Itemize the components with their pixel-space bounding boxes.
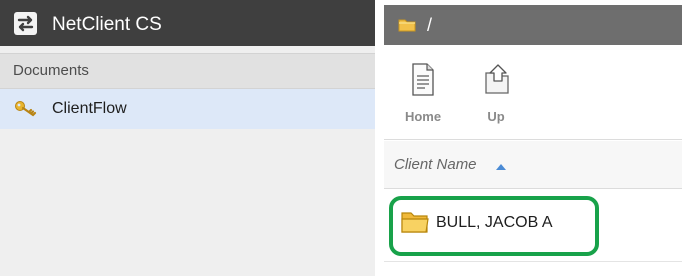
folder-icon — [398, 17, 416, 32]
app-header: NetClient CS — [0, 0, 375, 46]
table-row[interactable]: BULL, JACOB A — [384, 190, 682, 262]
path-bar: / — [384, 5, 682, 45]
toolbar: Home Up — [384, 45, 682, 140]
home-button[interactable]: Home — [399, 63, 447, 127]
column-header-label: Client Name — [394, 156, 477, 173]
panel-divider — [375, 0, 384, 276]
home-button-label: Home — [404, 109, 442, 124]
client-name-cell: BULL, JACOB A — [436, 214, 553, 231]
swap-arrows-icon — [14, 12, 37, 35]
folder-icon — [401, 210, 429, 234]
sidebar-item-label: ClientFlow — [52, 100, 127, 117]
app-title: NetClient CS — [52, 14, 162, 35]
sort-ascending-icon — [496, 164, 506, 170]
sidebar-item-clientflow[interactable]: ClientFlow — [0, 89, 375, 129]
column-header-client-name[interactable]: Client Name — [384, 141, 682, 189]
up-button-label: Up — [487, 109, 505, 124]
folder-up-icon — [485, 64, 509, 94]
file-browser: / Home Up Client Name BULL, JACOB A — [384, 0, 682, 276]
sidebar: NetClient CS Documents ClientFlow — [0, 0, 375, 276]
up-button[interactable]: Up — [472, 63, 520, 127]
section-label-documents: Documents — [0, 53, 375, 89]
key-icon — [14, 99, 38, 119]
document-icon — [412, 63, 434, 96]
current-path: / — [427, 15, 433, 35]
